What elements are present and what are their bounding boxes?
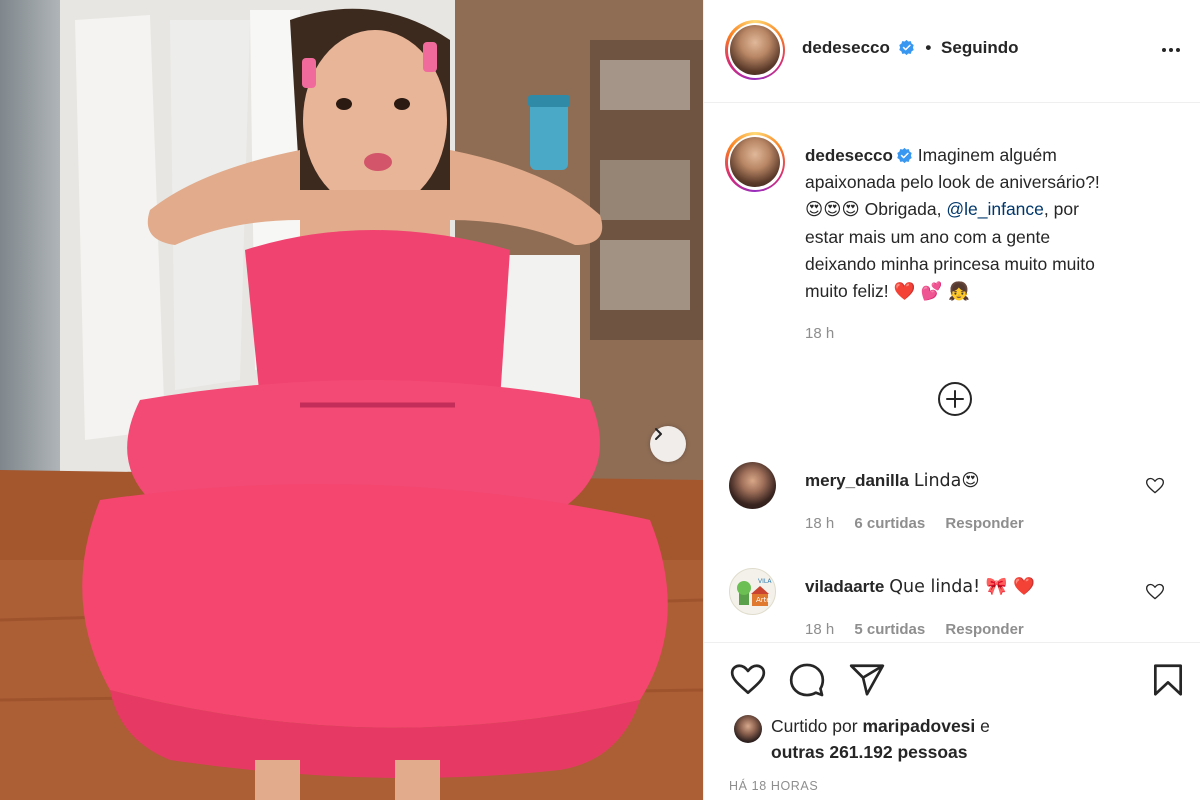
bookmark-icon (1153, 664, 1183, 696)
like-button[interactable] (729, 661, 767, 704)
comment-item: mery_danilla Linda😍 18 h 6 curtidas Resp… (704, 462, 1200, 567)
commenter-avatar[interactable]: VILA Arte (729, 568, 776, 615)
commenter-username[interactable]: mery_danilla (805, 471, 909, 490)
verified-badge-icon (898, 39, 914, 56)
save-button[interactable] (1149, 661, 1187, 704)
share-button[interactable] (848, 661, 886, 704)
caption-line-6: muito feliz! (805, 281, 889, 301)
caption-text: dedesecco Imaginem alguém apaixonada pel… (805, 142, 1185, 306)
liked-by-summary: Curtido por maripadovesi e outras 261.19… (771, 713, 1191, 765)
verified-badge-icon (897, 147, 912, 164)
heart-outline-icon (1146, 477, 1164, 494)
comment-text-line: mery_danilla Linda😍 (805, 468, 980, 493)
comment-meta: 18 h 5 curtidas Responder (805, 621, 1040, 638)
following-button[interactable]: Seguindo (941, 38, 1018, 57)
liked-by-others-link[interactable]: outras 261.192 pessoas (771, 742, 968, 762)
caption-thanks: Obrigada, (864, 199, 942, 219)
avatar-border (727, 22, 783, 78)
caption-line-5: deixando minha princesa muito muito (805, 254, 1095, 274)
post-header: dedesecco • Seguindo (704, 0, 1200, 103)
post-side-panel: dedesecco • Seguindo dedesecco Imaginem … (703, 0, 1200, 800)
caption-after-mention: , por (1043, 199, 1079, 219)
liked-by-username[interactable]: maripadovesi (862, 716, 975, 736)
paper-plane-icon (849, 664, 885, 696)
post-actions-section: Curtido por maripadovesi e outras 261.19… (704, 642, 1200, 800)
comment-likes-count[interactable]: 6 curtidas (854, 515, 925, 532)
caption-timestamp[interactable]: 18 h (805, 325, 834, 342)
chevron-right-icon (655, 428, 662, 440)
heart-outline-icon (1146, 583, 1164, 600)
post-caption: dedesecco Imaginem alguém apaixonada pel… (704, 104, 1200, 442)
post-timestamp[interactable]: HÁ 18 HORAS (729, 779, 818, 793)
comment-like-button[interactable] (1145, 476, 1165, 501)
caption-line-2: apaixonada pelo look de aniversário?! (805, 172, 1100, 192)
author-avatar-story-ring[interactable] (725, 20, 785, 80)
comment-text: Linda😍 (913, 471, 980, 491)
caption-mention-link[interactable]: @le_infance (946, 199, 1044, 219)
author-username[interactable]: dedesecco (802, 38, 890, 57)
comment-button[interactable] (788, 661, 826, 704)
caption-avatar-story-ring[interactable] (725, 132, 785, 192)
photo-illustration (0, 0, 703, 800)
next-photo-button[interactable] (650, 426, 686, 462)
caption-author-avatar (730, 137, 780, 187)
liked-by-and: e (980, 716, 990, 736)
vila-logo-big: Arte (756, 596, 771, 604)
comment-like-button[interactable] (1145, 582, 1165, 607)
avatar-border (727, 134, 783, 190)
liked-by-prefix: Curtido por (771, 716, 858, 736)
commenter-username[interactable]: viladaarte (805, 577, 884, 596)
comment-time[interactable]: 18 h (805, 621, 834, 638)
vila-logo-small: VILA (758, 578, 772, 585)
comment-reply-button[interactable]: Responder (945, 621, 1023, 638)
caption-emojis-end: ❤️ 💕 👧 (893, 282, 971, 302)
heart-outline-icon (730, 664, 766, 695)
plus-circle-icon (938, 382, 972, 416)
header-separator: • (925, 38, 932, 57)
commenter-avatar[interactable] (729, 462, 776, 509)
comment-meta: 18 h 6 curtidas Responder (805, 515, 1040, 532)
author-avatar (730, 25, 780, 75)
liked-by-avatar[interactable] (734, 715, 762, 743)
header-author-line: dedesecco • Seguindo (802, 38, 1019, 58)
load-more-comments-button[interactable] (937, 381, 973, 422)
post-photo[interactable] (0, 0, 703, 800)
comment-text: Que linda! 🎀 ❤️ (889, 577, 1035, 597)
comment-likes-count[interactable]: 5 curtidas (854, 621, 925, 638)
speech-bubble-icon (789, 663, 825, 697)
more-horizontal-icon (1162, 48, 1180, 52)
caption-author-username[interactable]: dedesecco (805, 146, 893, 165)
caption-line-1: Imaginem alguém (917, 145, 1057, 165)
vila-da-arte-logo: VILA Arte (737, 578, 772, 606)
comment-reply-button[interactable]: Responder (945, 515, 1023, 532)
caption-line-4: estar mais um ano com a gente (805, 227, 1051, 247)
comment-text-line: viladaarte Que linda! 🎀 ❤️ (805, 574, 1035, 599)
caption-emojis-start: 😍😍😍 (805, 200, 860, 220)
comment-time[interactable]: 18 h (805, 515, 834, 532)
more-options-button[interactable] (1159, 38, 1183, 67)
